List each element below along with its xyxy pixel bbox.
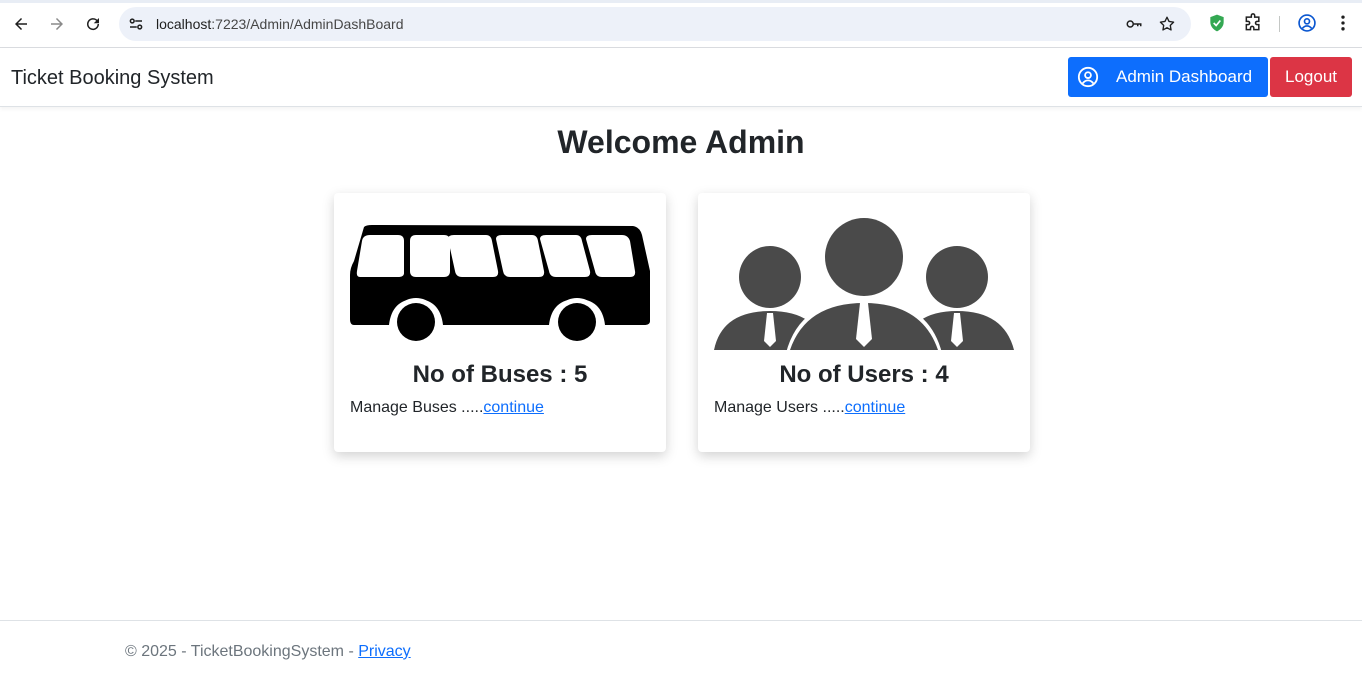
- users-count: No of Users : 4: [779, 361, 949, 388]
- app-navbar: Ticket Booking System Admin Dashboard Lo…: [0, 48, 1362, 107]
- manage-users-label: Manage Users .....: [714, 399, 845, 416]
- logout-button[interactable]: Logout: [1270, 57, 1352, 97]
- url-host: localhost: [156, 16, 212, 32]
- address-bar[interactable]: localhost:7223/Admin/AdminDashBoard: [119, 7, 1191, 41]
- admin-dashboard-label: Admin Dashboard: [1116, 67, 1253, 86]
- page-title: Welcome Admin: [557, 124, 805, 160]
- arrow-right-icon: [51, 18, 63, 30]
- users-card: No of Users : 4 Manage Users .....contin…: [698, 193, 1030, 452]
- more-menu-icon[interactable]: [1332, 12, 1354, 34]
- manage-users-continue-link[interactable]: continue: [845, 399, 906, 416]
- admin-dashboard-button[interactable]: Admin Dashboard: [1068, 57, 1268, 97]
- manage-users-text: Manage Users .....continue: [714, 399, 905, 417]
- toolbar-separator: [1279, 16, 1280, 32]
- tab-strip-edge: [0, 0, 1362, 3]
- page-footer: © 2025 - TicketBookingSystem - Privacy: [0, 620, 1362, 679]
- browser-chrome: localhost:7223/Admin/AdminDashBoard: [0, 0, 1362, 48]
- buses-count: No of Buses : 5: [412, 361, 588, 388]
- user-circle-icon: [1076, 65, 1100, 89]
- buses-card: No of Buses : 5 Manage Buses .....contin…: [334, 193, 666, 452]
- shield-extension-icon[interactable]: [1206, 12, 1228, 34]
- forward-button[interactable]: [44, 11, 70, 37]
- footer-copyright: © 2025 - TicketBookingSystem -: [125, 643, 359, 660]
- footer-text: © 2025 - TicketBookingSystem - Privacy: [125, 643, 411, 661]
- profile-icon[interactable]: [1296, 12, 1318, 34]
- brand-title[interactable]: Ticket Booking System: [11, 67, 214, 90]
- manage-buses-label: Manage Buses .....: [350, 399, 484, 416]
- manage-buses-text: Manage Buses .....continue: [350, 399, 544, 417]
- key-icon[interactable]: [1125, 15, 1143, 33]
- reload-button[interactable]: [80, 11, 106, 37]
- url-path: :7223/Admin/AdminDashBoard: [211, 16, 404, 32]
- star-icon[interactable]: [1158, 15, 1176, 33]
- manage-buses-continue-link[interactable]: continue: [483, 399, 544, 416]
- reload-icon: [87, 18, 100, 31]
- bus-icon: [350, 225, 650, 346]
- back-button[interactable]: [8, 11, 34, 37]
- puzzle-extensions-icon[interactable]: [1242, 12, 1264, 34]
- url-text: localhost:7223/Admin/AdminDashBoard: [156, 16, 404, 32]
- site-settings-icon[interactable]: [127, 15, 145, 33]
- privacy-link[interactable]: Privacy: [358, 643, 410, 660]
- users-icon: [714, 218, 1014, 353]
- arrow-left-icon: [15, 18, 27, 30]
